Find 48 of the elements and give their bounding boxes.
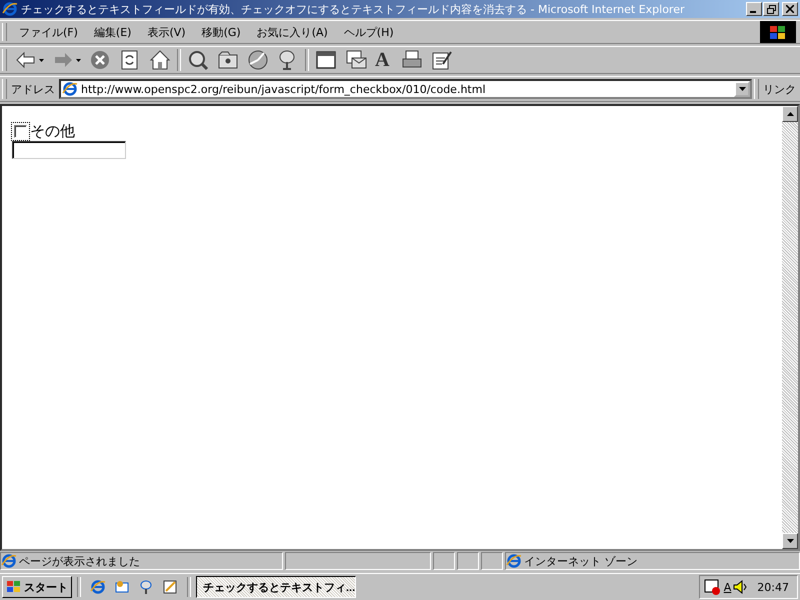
browser-icon (2, 1, 18, 17)
menu-item[interactable]: お気に入り(A) (248, 24, 336, 40)
ime-indicator[interactable]: A (724, 580, 732, 594)
search-icon[interactable] (187, 49, 209, 71)
speaker-icon[interactable] (733, 579, 748, 595)
dropdown-caret-icon[interactable] (39, 58, 44, 62)
window-icon[interactable] (315, 49, 337, 71)
address-field[interactable]: http://www.openspc2.org/reibun/javascript/form_checkbox/010/code.html (59, 79, 752, 99)
menu-item[interactable]: 移動(G) (194, 24, 249, 40)
windows-logo-icon (6, 580, 22, 594)
taskbar-button[interactable]: チェックするとテキストフィ... (196, 576, 356, 598)
links-button[interactable]: リンク (763, 82, 800, 96)
restore-icon (766, 4, 776, 14)
browser-icon[interactable] (90, 579, 106, 595)
notepad-icon[interactable] (431, 49, 453, 71)
caret-icon (738, 87, 746, 91)
menu-item[interactable]: 表示(V) (139, 24, 194, 40)
start-button[interactable]: スタート (2, 576, 72, 598)
folder-icon[interactable] (217, 49, 239, 71)
close-button[interactable] (782, 2, 798, 16)
down-arrow-icon[interactable] (786, 539, 794, 543)
home-icon[interactable] (149, 49, 171, 71)
text-field[interactable] (12, 141, 126, 159)
scheduler-icon (704, 579, 722, 595)
close-icon (786, 5, 794, 13)
zone-text: インターネット ゾーン (524, 554, 638, 568)
address-label: アドレス (11, 82, 56, 96)
window-title: チェックするとテキストフィールドが有効、チェックオフにするとテキストフィールド内容を消去する - Microsoft Internet Explorer (21, 2, 686, 16)
mail-icon[interactable] (345, 49, 367, 71)
menu-item[interactable]: ヘルプ(H) (336, 24, 402, 40)
stop-icon[interactable] (89, 49, 111, 71)
font-size-button[interactable]: A (372, 48, 396, 72)
back-arrow-icon[interactable] (15, 49, 37, 71)
page-icon (1, 553, 17, 569)
dropdown-button[interactable] (734, 81, 750, 97)
windows-logo-icon (760, 21, 796, 43)
notepad-icon[interactable] (162, 579, 178, 595)
menu-item[interactable]: ファイル(F) (11, 24, 86, 40)
maximize-button[interactable] (763, 2, 779, 16)
minimize-button[interactable] (746, 2, 762, 16)
scrollbar[interactable] (782, 106, 798, 549)
clock: 20:47 (757, 580, 789, 594)
checkbox-label: その他 (30, 122, 75, 140)
dropdown-caret-icon[interactable] (76, 58, 81, 62)
menu-item[interactable]: 編集(E) (86, 24, 140, 40)
up-arrow-icon[interactable] (786, 112, 794, 116)
page-icon (62, 81, 78, 97)
status-text: ページが表示されました (19, 554, 140, 568)
